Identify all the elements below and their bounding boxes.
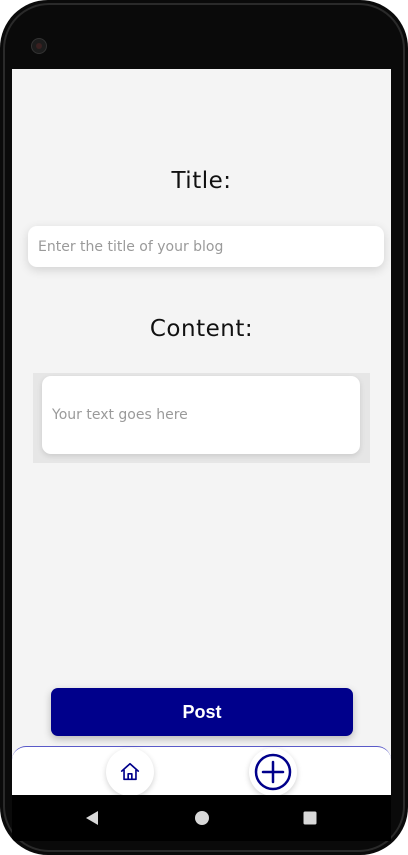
bottom-navigation-bar <box>12 746 391 795</box>
home-circle-icon <box>195 811 209 825</box>
recents-icon <box>303 811 317 825</box>
front-camera-icon <box>31 38 47 54</box>
nav-add-button[interactable] <box>249 748 297 795</box>
system-navigation-bar <box>12 795 391 841</box>
nav-home-button[interactable] <box>106 748 154 795</box>
title-label: Title: <box>171 168 232 194</box>
content-input[interactable]: Your text goes here <box>42 376 360 454</box>
content-input-container: Your text goes here <box>33 373 370 463</box>
phone-frame: Title: Enter the title of your blog Cont… <box>0 0 408 855</box>
system-home-button[interactable] <box>192 808 212 828</box>
app-screen: Title: Enter the title of your blog Cont… <box>12 69 391 795</box>
back-icon <box>86 811 98 825</box>
title-input-placeholder: Enter the title of your blog <box>38 238 224 255</box>
system-back-button[interactable] <box>82 808 102 828</box>
content-label: Content: <box>149 316 254 342</box>
home-icon <box>120 762 140 781</box>
title-input[interactable]: Enter the title of your blog <box>28 226 384 267</box>
add-circle-icon <box>254 753 292 791</box>
post-button[interactable]: Post <box>51 688 353 736</box>
content-input-placeholder: Your text goes here <box>52 407 188 423</box>
system-recents-button[interactable] <box>300 808 320 828</box>
